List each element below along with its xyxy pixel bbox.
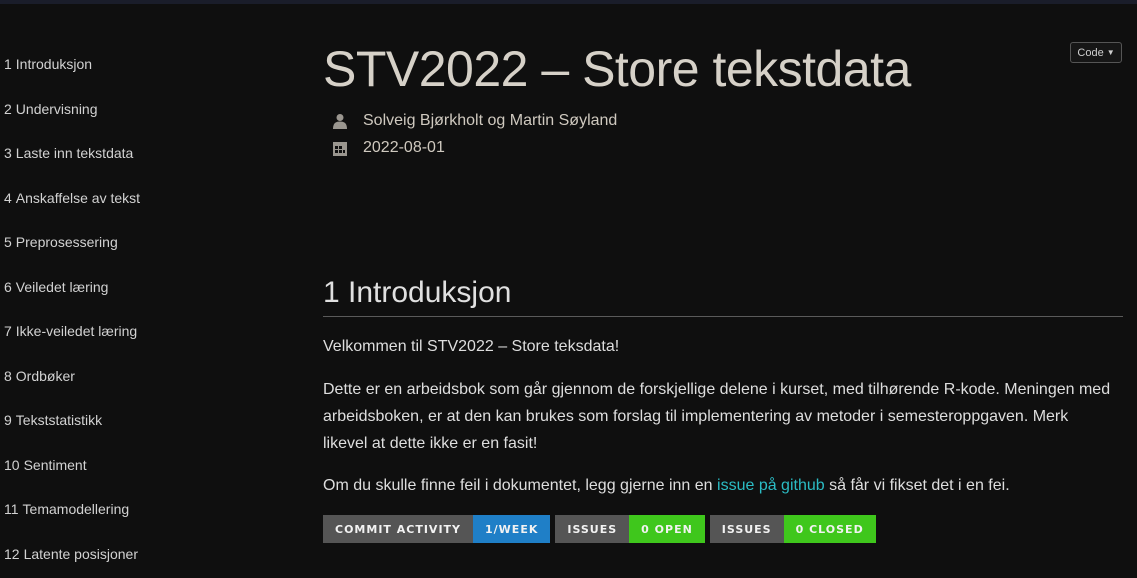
toc-label: Ikke-veiledet læring — [15, 323, 138, 339]
toc-label: Introduksjon — [15, 56, 93, 72]
toc-label: Preprosessering — [15, 234, 118, 250]
toc-label: Temamodellering — [22, 501, 130, 517]
toc-number: 11 — [4, 501, 19, 517]
toc-label: Latente posisjoner — [23, 545, 138, 562]
toc-item-latente-posisjoner[interactable]: 12 Latente posisjoner — [0, 530, 300, 575]
section-divider — [323, 316, 1123, 317]
closed-issues-badge[interactable]: ISSUES 0 CLOSED — [709, 515, 876, 543]
toc-label: Sentiment — [23, 456, 87, 473]
badge-label: ISSUES — [555, 515, 630, 543]
toc-label: Anskaffelse av tekst — [15, 189, 141, 206]
publish-date: 2022-08-01 — [363, 139, 445, 156]
open-issues-badge[interactable]: ISSUES 0 OPEN — [555, 515, 705, 543]
badge-value: 0 OPEN — [629, 515, 705, 543]
toc-item-ikke-veiledet-laering[interactable]: 7 Ikke-veiledet læring — [0, 307, 300, 352]
commit-activity-badge[interactable]: COMMIT ACTIVITY 1/WEEK — [323, 515, 551, 543]
code-toggle-button[interactable]: Code ▼ — [1070, 42, 1122, 63]
intro-paragraph: Dette er en arbeidsbok som går gjennom d… — [323, 381, 1111, 452]
toc-number: 12 — [4, 545, 20, 562]
toc-number: 8 — [4, 367, 12, 384]
badge-row: COMMIT ACTIVITY 1/WEEK ISSUES 0 OPEN ISS… — [323, 515, 876, 543]
toc-number: 5 — [4, 234, 12, 250]
date-row: 2022-08-01 — [331, 138, 445, 158]
toc-label: Ordbøker — [15, 367, 75, 384]
toc-number: 9 — [4, 412, 12, 428]
toc-label: Laste inn tekstdata — [15, 145, 134, 161]
toc-item-sentiment[interactable]: 10 Sentiment — [0, 441, 300, 486]
toc-label: Veiledet læring — [15, 278, 109, 295]
toc-item-ordboker[interactable]: 8 Ordbøker — [0, 352, 300, 397]
toc-item-veiledet-laering[interactable]: 6 Veiledet læring — [0, 263, 300, 308]
calendar-icon — [331, 138, 349, 158]
toc-number: 10 — [4, 456, 20, 473]
table-of-contents: 1 Introduksjon 2 Undervisning 3 Laste inn t… — [0, 40, 300, 574]
badge-label: COMMIT ACTIVITY — [323, 515, 473, 543]
badge-value: 1/WEEK — [473, 515, 551, 543]
feedback-text-before: Om du skulle finne feil i dokumentet, le… — [323, 477, 713, 494]
caret-down-icon: ▼ — [1106, 48, 1115, 57]
badge-label: ISSUES — [709, 515, 784, 543]
top-bar — [0, 0, 1137, 4]
badge-value: 0 CLOSED — [783, 515, 876, 543]
toc-label: Tekststatistikk — [15, 412, 103, 428]
author-names: Solveig Bjørkholt og Martin Søyland — [363, 112, 618, 129]
toc-item-anskaffelse-av-tekst[interactable]: 4 Anskaffelse av tekst — [0, 174, 300, 219]
feedback-text-after: så får vi fikset det i en fei. — [829, 477, 1010, 494]
toc-item-tekststatistikk[interactable]: 9 Tekststatistikk — [0, 396, 300, 441]
toc-item-temamodellering[interactable]: 11 Temamodellering — [0, 485, 300, 530]
toc-item-undervisning[interactable]: 2 Undervisning — [0, 85, 300, 130]
toc-number: 1 — [4, 56, 12, 72]
toc-number: 2 — [4, 100, 12, 117]
toc-number: 6 — [4, 278, 12, 295]
section-heading: 1 Introduksjon — [323, 276, 512, 309]
toc-item-laste-inn-tekstdata[interactable]: 3 Laste inn tekstdata — [0, 129, 300, 174]
toc-label: Undervisning — [15, 100, 98, 117]
github-issue-link[interactable]: issue på github — [717, 477, 825, 494]
feedback-paragraph: Om du skulle finne feil i dokumentet, le… — [323, 472, 1113, 499]
toc-item-introduksjon[interactable]: 1 Introduksjon — [0, 40, 300, 85]
author-row: Solveig Bjørkholt og Martin Søyland — [331, 111, 617, 131]
page-title: STV2022 – Store tekstdata — [323, 41, 911, 97]
code-button-label: Code — [1077, 46, 1104, 59]
toc-item-preprosessering[interactable]: 5 Preprosessering — [0, 218, 300, 263]
toc-number: 7 — [4, 323, 12, 339]
toc-number: 4 — [4, 189, 12, 206]
person-icon — [331, 111, 349, 131]
welcome-paragraph: Velkommen til STV2022 – Store teksdata! — [323, 338, 620, 355]
toc-number: 3 — [4, 145, 12, 161]
